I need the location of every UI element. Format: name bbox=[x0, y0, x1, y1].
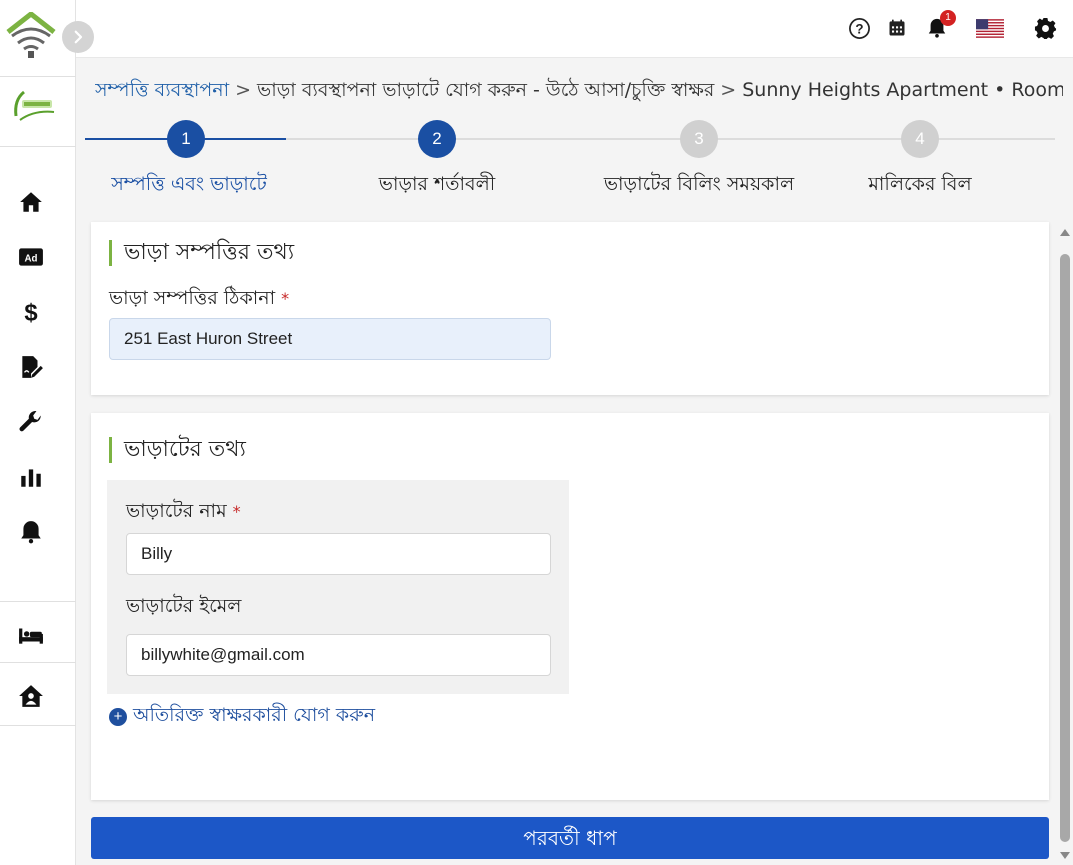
sidebar-divider bbox=[0, 662, 76, 663]
notification-bell-icon[interactable]: 1 bbox=[924, 10, 956, 41]
ad-icon[interactable]: Ad bbox=[16, 242, 46, 272]
add-signer-link[interactable]: + অতিরিক্ত স্বাক্ষরকারী যোগ করুন bbox=[109, 701, 375, 733]
svg-text:Ad: Ad bbox=[25, 253, 38, 264]
property-section-title: ভাড়া সম্পত্তির তথ্য bbox=[109, 240, 294, 266]
sidebar-divider bbox=[0, 146, 76, 147]
breadcrumb-root-link[interactable]: সম্পত্তি ব্যবস্থাপনা bbox=[95, 79, 229, 101]
bell-icon[interactable] bbox=[16, 517, 46, 547]
step-3-label[interactable]: ভাড়াটের বিলিং সময়কাল bbox=[579, 170, 819, 202]
scroll-thumb[interactable] bbox=[1060, 254, 1070, 842]
dollar-icon[interactable]: $ bbox=[16, 297, 46, 327]
bar-chart-icon[interactable] bbox=[16, 462, 46, 492]
breadcrumb-section: ভাড়া ব্যবস্থাপনা ভাড়াটে যোগ করুন - উঠে… bbox=[257, 79, 715, 101]
step-3-circle[interactable]: 3 bbox=[680, 120, 718, 158]
brand-logo-icon bbox=[10, 86, 58, 126]
progress-stepper: 1 সম্পত্তি এবং ভাড়াটে 2 ভাড়ার শর্তাবলী… bbox=[85, 118, 1055, 204]
tenant-name-label-text: ভাড়াটের নাম bbox=[126, 500, 227, 522]
step-1-label[interactable]: সম্পত্তি এবং ভাড়াটে bbox=[69, 170, 309, 202]
sidebar-toggle-button[interactable] bbox=[62, 21, 94, 53]
gear-icon[interactable] bbox=[1032, 15, 1058, 41]
notification-badge: 1 bbox=[940, 10, 956, 26]
property-address-label-text: ভাড়া সম্পত্তির ঠিকানা bbox=[109, 287, 276, 309]
property-address-label: ভাড়া সম্পত্তির ঠিকানা * bbox=[109, 284, 289, 316]
contract-icon[interactable] bbox=[16, 352, 46, 382]
scrollbar[interactable] bbox=[1058, 226, 1072, 862]
scroll-up-arrow-icon[interactable] bbox=[1060, 229, 1070, 236]
top-bar: ? 1 bbox=[76, 0, 1073, 58]
tenant-email-label: ভাড়াটের ইমেল bbox=[126, 595, 242, 617]
house-user-icon[interactable] bbox=[16, 681, 46, 711]
tenant-info-card: ভাড়াটের তথ্য ভাড়াটের নাম * Billy ভাড়াট… bbox=[91, 413, 1049, 800]
breadcrumb-separator: > bbox=[720, 79, 737, 101]
tenant-section-title: ভাড়াটের তথ্য bbox=[109, 437, 246, 463]
wrench-icon[interactable] bbox=[16, 407, 46, 437]
step-2-label[interactable]: ভাড়ার শর্তাবলী bbox=[317, 170, 557, 202]
app-logo-icon[interactable] bbox=[6, 11, 56, 60]
property-address-input[interactable]: 251 East Huron Street bbox=[109, 318, 551, 360]
tenant-email-input[interactable]: billywhite@gmail.com bbox=[126, 634, 551, 676]
step-connector bbox=[286, 138, 1055, 140]
breadcrumb-current: Sunny Heights Apartment • Room 301 bbox=[742, 79, 1063, 101]
step-4-label[interactable]: মালিকের বিল bbox=[800, 170, 1040, 202]
scroll-down-arrow-icon[interactable] bbox=[1060, 852, 1070, 859]
sidebar: Ad $ bbox=[0, 0, 76, 865]
step-1-circle[interactable]: 1 bbox=[167, 120, 205, 158]
required-mark: * bbox=[232, 502, 241, 521]
step-2-circle[interactable]: 2 bbox=[418, 120, 456, 158]
us-flag-icon[interactable] bbox=[975, 15, 1005, 41]
sidebar-divider bbox=[0, 725, 76, 726]
plus-circle-icon: + bbox=[109, 708, 127, 726]
tenant-name-input[interactable]: Billy bbox=[126, 533, 551, 575]
svg-text:?: ? bbox=[855, 21, 863, 36]
required-mark: * bbox=[281, 289, 290, 308]
step-4-circle[interactable]: 4 bbox=[901, 120, 939, 158]
tenant-name-label: ভাড়াটের নাম * bbox=[126, 497, 241, 529]
breadcrumb: সম্পত্তি ব্যবস্থাপনা > ভাড়া ব্যবস্থাপনা ভ… bbox=[95, 76, 1063, 108]
chevron-right-icon bbox=[74, 30, 83, 44]
calendar-icon[interactable] bbox=[884, 15, 910, 41]
property-info-card: ভাড়া সম্পত্তির তথ্য ভাড়া সম্পত্তির ঠিক… bbox=[91, 222, 1049, 395]
svg-text:$: $ bbox=[24, 300, 37, 325]
sidebar-divider bbox=[0, 76, 76, 77]
breadcrumb-separator: > bbox=[235, 79, 252, 101]
sidebar-divider bbox=[0, 601, 76, 602]
next-step-button[interactable]: পরবর্তী ধাপ bbox=[91, 817, 1049, 859]
help-icon[interactable]: ? bbox=[846, 15, 872, 41]
add-signer-label: অতিরিক্ত স্বাক্ষরকারী যোগ করুন bbox=[133, 704, 376, 726]
home-icon[interactable] bbox=[16, 187, 46, 217]
tenant-entry-box: ভাড়াটের নাম * Billy ভাড়াটের ইমেল billyw… bbox=[107, 480, 569, 694]
bed-icon[interactable] bbox=[16, 620, 46, 650]
